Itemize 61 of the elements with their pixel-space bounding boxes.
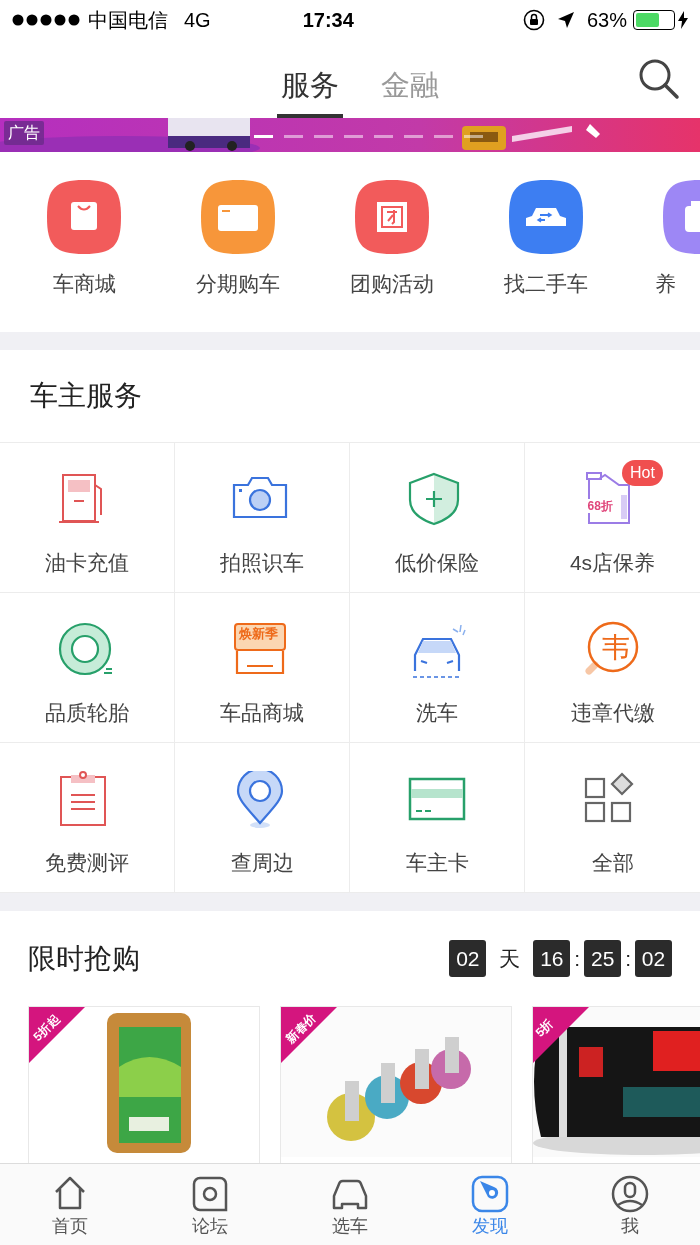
service-label[interactable]: 车品商城 <box>220 697 304 729</box>
compass-icon <box>470 1174 510 1214</box>
service-label[interactable]: 违章代缴 <box>570 697 655 729</box>
countdown-separator: : <box>625 945 631 972</box>
countdown-digits: 02 <box>635 940 672 977</box>
shortcut-icon[interactable] <box>663 180 700 254</box>
tab-bar-item[interactable]: 选车 <box>280 1164 420 1245</box>
service-label[interactable]: 4s店保养 <box>569 547 656 579</box>
shortcut-label[interactable]: 养 <box>655 268 676 300</box>
shortcut-label[interactable]: 车商城 <box>52 268 116 300</box>
shortcut-label[interactable]: 找二手车 <box>504 268 588 300</box>
location-arrow-icon <box>556 11 575 29</box>
service-label[interactable]: 洗车 <box>416 697 458 729</box>
tab-bar-item[interactable]: 论坛 <box>140 1164 280 1245</box>
signal-icon <box>12 14 82 26</box>
service-label[interactable]: 查周边 <box>230 847 294 879</box>
section-title: 车主服务 <box>30 379 142 413</box>
shortcut-icon[interactable] <box>355 180 429 254</box>
ribbon-corner <box>281 1007 337 1063</box>
service-label[interactable]: 油卡充值 <box>45 547 129 579</box>
tab-bar-item[interactable]: 首页 <box>0 1164 140 1245</box>
product-card[interactable]: 新春价 <box>280 1006 512 1166</box>
countdown-separator: : <box>574 945 581 972</box>
battery-icon <box>633 10 675 30</box>
section-title: 限时抢购 <box>28 941 140 976</box>
ad-label: 广告 <box>4 121 44 145</box>
search-icon[interactable] <box>638 58 680 100</box>
tab-bar-item[interactable]: 发现 <box>420 1164 560 1245</box>
forum-icon <box>190 1174 230 1214</box>
icon-label: 韦 <box>601 631 630 665</box>
discount-tag: 5折 <box>533 1016 556 1040</box>
countdown-digits: 02 <box>449 940 487 977</box>
shortcut-label[interactable]: 分期购车 <box>196 268 280 300</box>
hot-badge: Hot <box>622 460 663 486</box>
charging-bolt-icon <box>678 11 688 29</box>
rotation-lock-icon <box>522 9 545 31</box>
countdown-digits: 16 <box>533 940 571 977</box>
shortcut-icon[interactable] <box>201 180 275 254</box>
product-card[interactable]: 5折起 <box>28 1006 260 1166</box>
service-label[interactable]: 全部 <box>591 847 634 879</box>
product-card[interactable]: 5折 <box>532 1006 700 1166</box>
ribbon-corner <box>533 1007 589 1063</box>
ribbon-corner <box>29 1007 85 1063</box>
person-icon <box>610 1174 650 1214</box>
battery-percent: 63% <box>586 8 627 33</box>
service-label[interactable]: 车主卡 <box>405 847 469 879</box>
shortcut-icon[interactable] <box>47 180 121 254</box>
service-label[interactable]: 品质轮胎 <box>45 697 129 729</box>
tab-bar-item[interactable]: 我 <box>560 1164 700 1245</box>
shortcut-label[interactable]: 团购活动 <box>350 268 434 300</box>
network-type: 4G <box>184 8 211 33</box>
service-label[interactable]: 拍照识车 <box>220 547 304 579</box>
service-label[interactable]: 低价保险 <box>395 547 479 579</box>
carrier-name: 中国电信 <box>88 8 168 33</box>
countdown-unit: 天 <box>499 945 521 972</box>
icon-label: 焕新季 <box>239 625 278 643</box>
shortcut-icon[interactable] <box>509 180 583 254</box>
countdown-digits: 25 <box>584 940 622 977</box>
service-label[interactable]: 免费测评 <box>45 847 129 879</box>
icon-label: 68折 <box>587 499 613 513</box>
status-time: 17:34 <box>302 8 354 33</box>
